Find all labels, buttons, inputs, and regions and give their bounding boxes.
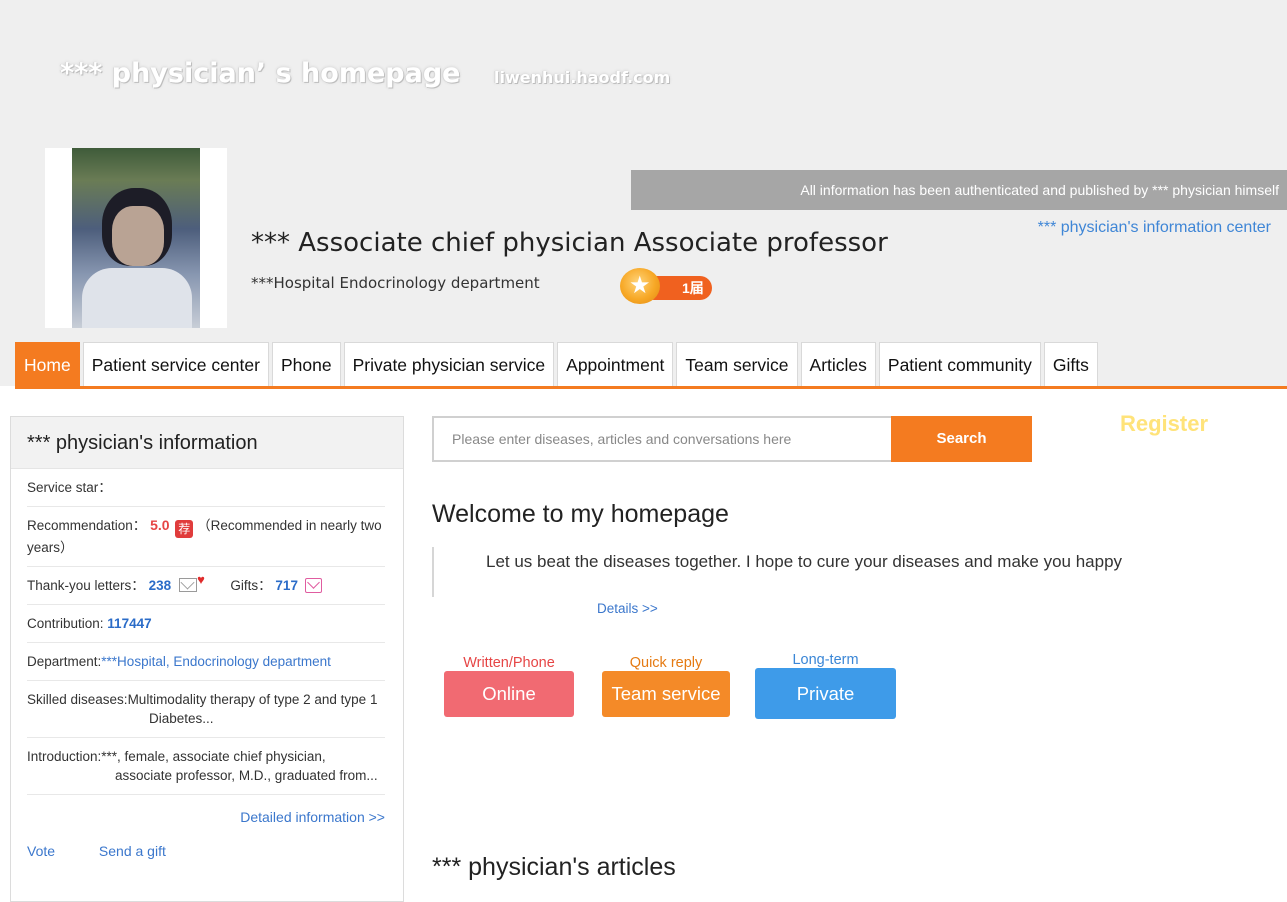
gifts-label: Gifts： bbox=[230, 578, 272, 593]
panel-heading: *** physician's information bbox=[11, 417, 403, 469]
doctor-hospital: ***Hospital Endocrinology department bbox=[251, 274, 540, 292]
header-banner: *** physician’ s homepage liwenhui.haodf… bbox=[0, 0, 1287, 386]
site-title: *** physician’ s homepage bbox=[60, 58, 461, 89]
auth-notice: All information has been authenticated a… bbox=[631, 170, 1287, 210]
thanks-label: Thank-you letters： bbox=[27, 578, 145, 593]
nav-underline bbox=[15, 386, 1287, 389]
tab-private-physician-service[interactable]: Private physician service bbox=[343, 342, 555, 386]
tab-home[interactable]: Home bbox=[15, 342, 80, 386]
main-nav: Home Patient service center Phone Privat… bbox=[15, 342, 1101, 386]
panel-actions: Vote Send a gift bbox=[27, 835, 385, 859]
service-team-caption: Quick reply bbox=[629, 655, 703, 671]
intro-value: ***, female, associate chief physician, … bbox=[101, 749, 378, 783]
doctor-title: *** Associate chief physician Associate … bbox=[251, 228, 888, 258]
send-gift-link[interactable]: Send a gift bbox=[99, 843, 166, 859]
details-link[interactable]: Details >> bbox=[597, 601, 658, 616]
site-domain[interactable]: liwenhui.haodf.com bbox=[494, 68, 670, 87]
service-star-row: Service star： bbox=[27, 469, 385, 507]
team-service-button[interactable]: Team service bbox=[602, 671, 730, 717]
contribution-row: Contribution: 117447 bbox=[27, 605, 385, 643]
star-medal-icon: ★ bbox=[620, 268, 660, 304]
gift-icon bbox=[304, 578, 322, 593]
service-online: Written/Phone Online bbox=[444, 655, 574, 717]
private-button[interactable]: Private bbox=[755, 668, 896, 719]
online-button[interactable]: Online bbox=[444, 671, 574, 717]
info-center-link[interactable]: *** physician's information center bbox=[1038, 219, 1271, 237]
gifts-value[interactable]: 717 bbox=[275, 578, 298, 593]
thank-letter-icon: ♥ bbox=[178, 572, 205, 592]
tab-phone[interactable]: Phone bbox=[271, 342, 341, 386]
service-team: Quick reply Team service bbox=[602, 655, 730, 717]
skilled-diseases-row: Skilled diseases:Multimodality therapy o… bbox=[27, 681, 385, 738]
recommend-icon: 荐 bbox=[175, 520, 194, 538]
detailed-info-link[interactable]: Detailed information >> bbox=[27, 795, 385, 835]
intro-label: Introduction: bbox=[27, 749, 102, 764]
tab-team-service[interactable]: Team service bbox=[676, 342, 798, 386]
search-input[interactable]: Please enter diseases, articles and conv… bbox=[432, 416, 892, 462]
service-online-caption: Written/Phone bbox=[463, 655, 555, 671]
department-row: Department:***Hospital, Endocrinology de… bbox=[27, 643, 385, 681]
tab-patient-community[interactable]: Patient community bbox=[878, 342, 1041, 386]
tab-appointment[interactable]: Appointment bbox=[557, 342, 674, 386]
recommendation-value: 5.0 bbox=[150, 517, 170, 533]
service-star-label: Service star： bbox=[27, 480, 112, 495]
physician-info-panel: *** physician's information Service star… bbox=[10, 416, 404, 902]
register-link[interactable]: Register bbox=[1120, 411, 1208, 437]
welcome-message: Let us beat the diseases together. I hop… bbox=[432, 547, 1232, 597]
service-private: Long-term Private bbox=[755, 652, 896, 719]
tab-gifts[interactable]: Gifts bbox=[1043, 342, 1098, 386]
vote-link[interactable]: Vote bbox=[27, 843, 55, 859]
service-private-caption: Long-term bbox=[792, 652, 859, 668]
search-button[interactable]: Search bbox=[891, 416, 1032, 462]
department-label: Department: bbox=[27, 654, 102, 669]
department-link[interactable]: ***Hospital, Endocrinology department bbox=[101, 654, 331, 669]
skilled-label: Skilled diseases: bbox=[27, 692, 128, 707]
recommendation-label: Recommendation： bbox=[27, 518, 147, 533]
welcome-title: Welcome to my homepage bbox=[432, 500, 729, 528]
award-badge[interactable]: 1届 ★ bbox=[620, 268, 716, 304]
thanks-gifts-row: Thank-you letters： 238 ♥ Gifts： 717 bbox=[27, 567, 385, 605]
tab-articles[interactable]: Articles bbox=[800, 342, 876, 386]
recommendation-row: Recommendation： 5.0 荐 （Recommended in ne… bbox=[27, 507, 385, 567]
introduction-row: Introduction:***, female, associate chie… bbox=[27, 738, 385, 795]
thanks-value[interactable]: 238 bbox=[149, 578, 172, 593]
contribution-value: 117447 bbox=[107, 616, 152, 631]
doctor-photo-frame bbox=[45, 148, 227, 328]
contribution-label: Contribution: bbox=[27, 616, 108, 631]
articles-heading: *** physician's articles bbox=[432, 853, 676, 881]
doctor-photo bbox=[72, 148, 200, 328]
skilled-value: Multimodality therapy of type 2 and type… bbox=[127, 692, 378, 726]
tab-patient-service-center[interactable]: Patient service center bbox=[82, 342, 269, 386]
